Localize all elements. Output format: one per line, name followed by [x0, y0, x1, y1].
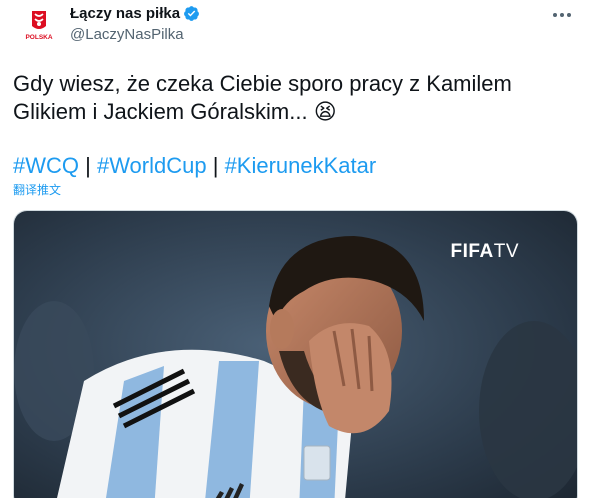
author-name-row: Łączy nas piłka [70, 5, 200, 22]
hashtag-wcq[interactable]: #WCQ [13, 153, 79, 178]
tweet-text: Gdy wiesz, że czeka Ciebie sporo pracy z… [13, 71, 512, 124]
tweet-video[interactable]: FIFATV [13, 210, 578, 498]
translate-tweet-link[interactable]: 翻译推文 [13, 181, 61, 198]
author-handle[interactable]: @LaczyNasPilka [70, 26, 184, 43]
more-options-icon[interactable] [549, 5, 575, 25]
fifatv-watermark: FIFATV [451, 241, 519, 263]
avatar[interactable]: POLSKA [20, 6, 58, 44]
watermark-main: FIFA [450, 241, 494, 262]
watermark-suffix: TV [493, 241, 519, 262]
avatar-label: POLSKA [25, 34, 52, 41]
tweet-card: POLSKA Łączy nas piłka @LaczyNasPilka Gd… [0, 0, 589, 498]
display-name[interactable]: Łączy nas piłka [70, 5, 180, 22]
hashtag-kierunekkatar[interactable]: #KierunekKatar [225, 153, 377, 178]
verified-badge-icon [184, 6, 199, 21]
hashtag-worldcup[interactable]: #WorldCup [97, 153, 207, 178]
hashtag-row: #WCQ | #WorldCup | #KierunekKatar [13, 152, 376, 180]
hashtag-separator: | [79, 153, 97, 178]
hashtag-separator: | [206, 153, 225, 178]
